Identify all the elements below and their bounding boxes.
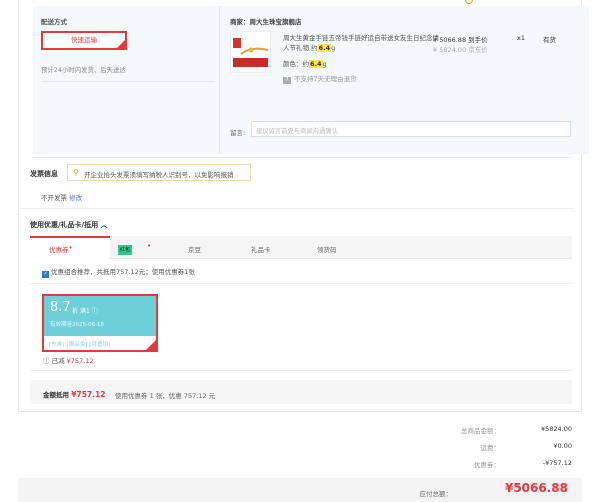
coupon-tabs: 优惠券• • 京豆 礼品卡 领货码 <box>30 236 572 259</box>
shipping-title: 配送方式 <box>41 18 67 26</box>
deduction-bar: 金额抵用 ¥757.12 使用优惠券 1 张，优惠 757.12 元 <box>30 380 572 404</box>
memo-input[interactable]: 建议留言前先与商家沟通确认 <box>251 121 571 137</box>
coupon-discount-label: 优惠券： <box>474 461 500 469</box>
store-name: 商家：周大生珠宝旗舰店 <box>230 18 302 26</box>
product-price: ¥ 5066.88 到手价 <box>433 36 488 44</box>
pay-total-value: ¥5066.88 <box>504 481 568 495</box>
tab-jingdou[interactable]: 京豆 <box>188 244 201 254</box>
memo-label: 留言: <box>230 129 246 137</box>
shipping-fee-label: 运费： <box>480 444 501 452</box>
selected-check-icon <box>117 40 125 48</box>
coupon-card[interactable]: 8.7 折 满1 ⓘ 有效期至2025-06-18 [东券] [限品类] [可叠… <box>42 294 158 352</box>
shipping-section: 配送方式 快速运输 预计24小时内发货、后天送达 商家：周大生珠宝旗舰店 周大生… <box>33 6 589 154</box>
invoice-status: 不开发票 修改 <box>41 194 83 202</box>
invoice-tip: ⚲ 开企业抬头发票须填写纳税人识别号，以免影响报销 <box>67 164 251 181</box>
divider <box>30 370 572 371</box>
coupon-tags: [东券] [限品类] [可叠加] <box>44 336 156 350</box>
product-image[interactable] <box>230 31 271 73</box>
deduction-note: 使用优惠券 1 张，优惠 757.12 元 <box>115 392 216 400</box>
tab-redeem-code[interactable]: 领货码 <box>317 244 337 254</box>
checkbox-checked-icon[interactable]: ✓ <box>42 271 49 278</box>
pay-total-label: 应付总额： <box>419 490 453 498</box>
product-quantity: x1 <box>517 34 525 42</box>
color-highlight: 6.4 <box>309 60 323 68</box>
tab-hongbao[interactable]: • <box>137 242 151 252</box>
no-return-icon: 7 <box>283 77 291 84</box>
no-return-note: 7 不支持7天无理由退货 <box>283 73 357 84</box>
shipping-method-label: 快速运输 <box>71 36 97 44</box>
invoice-modify-link[interactable]: 修改 <box>69 194 82 202</box>
auto-recommend[interactable]: ✓ 优惠组合推荐，共抵用757.12元；使用优惠券1张 <box>42 266 195 278</box>
weight-highlight: 6.4 <box>317 44 332 52</box>
divider <box>41 81 215 82</box>
coupon-value: 8.7 <box>50 300 71 315</box>
deduction-summary: 金额抵用 ¥757.12 <box>43 390 106 399</box>
coupon-section-toggle[interactable]: 使用优惠/礼品卡/抵用 ︿ <box>30 220 108 230</box>
product-name[interactable]: 周大生黄金手链五帝钱手链好运自带送女友生日纪念情人节礼物 约6.4g <box>283 33 443 53</box>
shipping-note: 预计24小时内发货、后天送达 <box>41 66 126 74</box>
shipping-fee-value: ¥0.00 <box>553 442 572 450</box>
coupon-used: ⓘ 已减 ¥757.12 <box>43 357 94 365</box>
shipping-method-button[interactable]: 快速运输 <box>41 31 127 50</box>
payment-bar: 应付总额： ¥5066.88 <box>18 478 582 502</box>
coupon-expiry: 有效期至2025-06-18 <box>50 322 104 328</box>
total-goods-label: 总商品金额： <box>461 427 500 435</box>
divider <box>219 6 220 154</box>
product-color: 颜色：约6.4g <box>283 60 327 68</box>
selected-check-icon <box>146 340 156 350</box>
coupon-unit: 折 满1 ⓘ <box>72 308 98 315</box>
lightbulb-icon: ⚲ <box>73 168 79 177</box>
product-original-price: ¥ 5824.00 京东价 <box>433 46 488 54</box>
divider <box>18 208 574 209</box>
stock-status: 有货 <box>543 36 556 44</box>
divider <box>30 283 572 284</box>
invoice-title: 发票信息 <box>30 170 58 178</box>
divider <box>33 157 573 158</box>
total-goods-value: ¥5824.00 <box>540 425 572 433</box>
hongbao-label[interactable]: 红包 <box>118 245 132 255</box>
tab-gift-card[interactable]: 礼品卡 <box>251 244 271 254</box>
tab-coupons[interactable]: 优惠券• <box>49 244 73 254</box>
coupon-discount-value: -¥757.12 <box>542 459 572 467</box>
